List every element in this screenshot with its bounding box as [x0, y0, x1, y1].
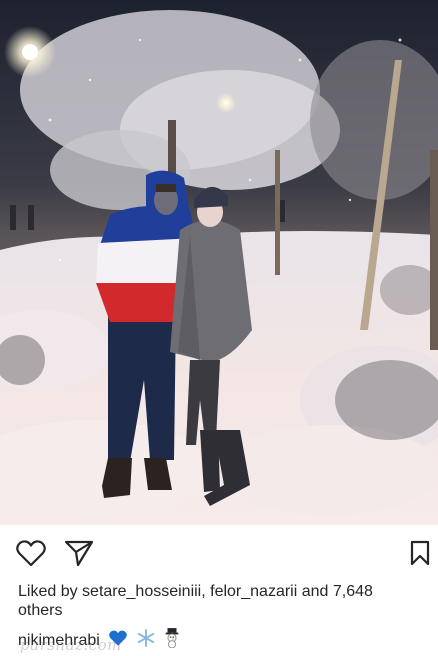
- liked-user-link[interactable]: setare_hosseiniii: [82, 583, 201, 600]
- heart-icon[interactable]: [16, 539, 46, 567]
- liked-user-link[interactable]: felor_nazarii: [210, 583, 297, 600]
- watermark-text: parsnaz.com: [20, 636, 122, 654]
- likes-separator: ,: [201, 583, 211, 600]
- snowflake-icon: [137, 629, 155, 653]
- liked-by-prefix: Liked by: [18, 583, 83, 600]
- post-action-bar: [0, 525, 438, 581]
- send-icon[interactable]: [64, 539, 94, 567]
- others-count[interactable]: 7,648: [333, 583, 373, 600]
- others-label[interactable]: others: [18, 602, 62, 619]
- bookmark-icon[interactable]: [408, 539, 432, 567]
- likes-and-text: and: [297, 583, 333, 600]
- post-photo[interactable]: [0, 0, 438, 525]
- snowman-icon: [163, 628, 181, 654]
- likes-summary: Liked by setare_hosseiniii, felor_nazari…: [18, 582, 428, 620]
